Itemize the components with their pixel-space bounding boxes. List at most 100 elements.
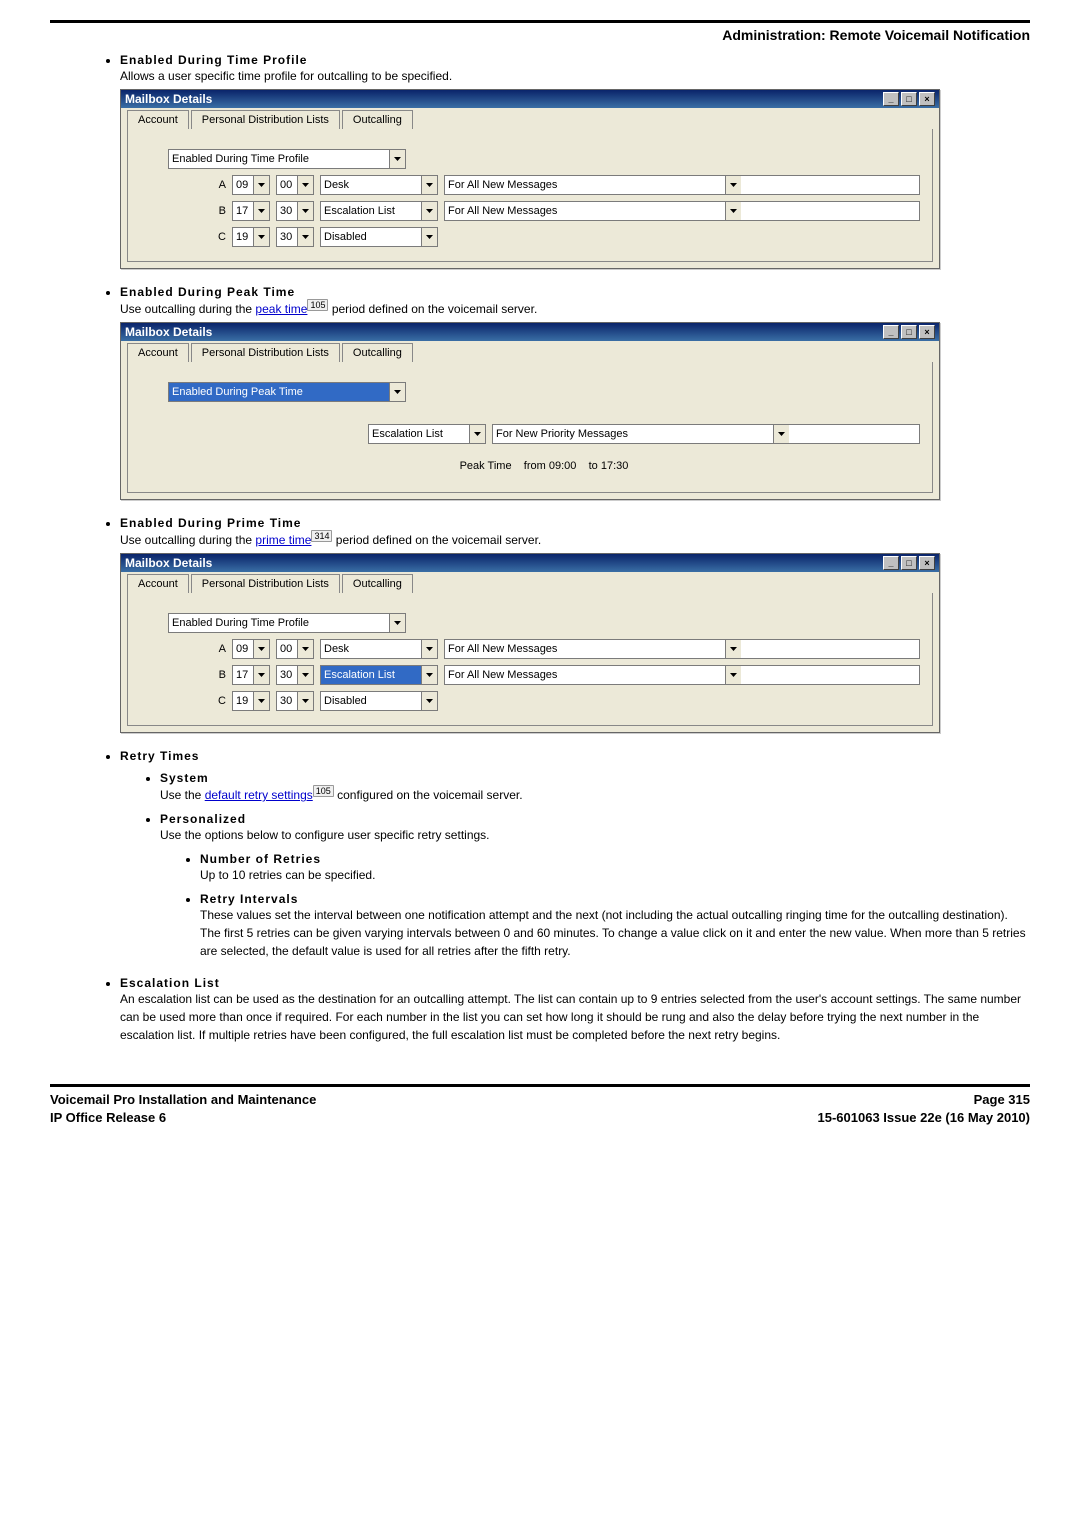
chevron-down-icon[interactable] — [253, 692, 269, 710]
chevron-down-icon[interactable] — [773, 425, 789, 443]
page-header: Administration: Remote Voicemail Notific… — [50, 27, 1030, 43]
chevron-down-icon[interactable] — [725, 666, 741, 684]
chevron-down-icon[interactable] — [297, 176, 313, 194]
chevron-down-icon[interactable] — [725, 202, 741, 220]
chevron-down-icon[interactable] — [297, 202, 313, 220]
section-time-profile-desc: Allows a user specific time profile for … — [120, 67, 1030, 85]
minute-select[interactable] — [276, 227, 314, 247]
chevron-down-icon[interactable] — [389, 383, 405, 401]
destination-select[interactable] — [320, 227, 438, 247]
chevron-down-icon[interactable] — [725, 176, 741, 194]
chevron-down-icon[interactable] — [389, 614, 405, 632]
minute-select[interactable] — [276, 175, 314, 195]
chevron-down-icon[interactable] — [297, 692, 313, 710]
minimize-icon[interactable]: _ — [883, 325, 899, 339]
section-prime-time-desc: Use outcalling during the prime time314 … — [120, 530, 1030, 549]
section-escalation-desc: An escalation list can be used as the de… — [120, 990, 1030, 1044]
maximize-icon[interactable]: □ — [901, 556, 917, 570]
destination-select[interactable] — [320, 665, 438, 685]
message-type-select[interactable] — [492, 424, 920, 444]
chevron-down-icon[interactable] — [421, 176, 437, 194]
peak-time-link[interactable]: peak time — [255, 302, 307, 316]
close-icon[interactable]: × — [919, 92, 935, 106]
window-time-profile: Mailbox Details _ □ × Account Personal D… — [120, 89, 940, 269]
minute-select[interactable] — [276, 639, 314, 659]
minute-select[interactable] — [276, 691, 314, 711]
footer-issue: 15-601063 Issue 22e (16 May 2010) — [818, 1109, 1031, 1127]
chevron-down-icon[interactable] — [253, 176, 269, 194]
tab-account[interactable]: Account — [127, 110, 189, 129]
mode-select[interactable] — [168, 613, 406, 633]
message-type-select[interactable] — [444, 639, 920, 659]
close-icon[interactable]: × — [919, 325, 935, 339]
hour-select[interactable] — [232, 665, 270, 685]
row-label: C — [212, 231, 226, 243]
maximize-icon[interactable]: □ — [901, 325, 917, 339]
chevron-down-icon[interactable] — [725, 640, 741, 658]
message-type-select[interactable] — [444, 665, 920, 685]
destination-select[interactable] — [320, 639, 438, 659]
section-escalation-title: Escalation List — [120, 976, 1030, 990]
message-type-select[interactable] — [444, 175, 920, 195]
retry-personalized-desc: Use the options below to configure user … — [160, 826, 1030, 844]
chevron-down-icon[interactable] — [253, 640, 269, 658]
retry-intervals-desc: These values set the interval between on… — [200, 906, 1030, 960]
maximize-icon[interactable]: □ — [901, 92, 917, 106]
tab-outcalling[interactable]: Outcalling — [342, 343, 413, 362]
chevron-down-icon[interactable] — [389, 150, 405, 168]
chevron-down-icon[interactable] — [253, 228, 269, 246]
row-label: B — [212, 205, 226, 217]
num-retries-title: Number of Retries — [200, 852, 1030, 866]
retry-system-title: System — [160, 771, 1030, 785]
minute-select[interactable] — [276, 201, 314, 221]
mode-select[interactable] — [168, 382, 406, 402]
tab-pdl[interactable]: Personal Distribution Lists — [191, 574, 340, 593]
tab-pdl[interactable]: Personal Distribution Lists — [191, 110, 340, 129]
destination-select[interactable] — [320, 175, 438, 195]
chevron-down-icon[interactable] — [421, 640, 437, 658]
num-retries-desc: Up to 10 retries can be specified. — [200, 866, 1030, 884]
chevron-down-icon[interactable] — [253, 666, 269, 684]
prime-time-link[interactable]: prime time — [255, 533, 311, 547]
chevron-down-icon[interactable] — [421, 666, 437, 684]
section-retry-title: Retry Times — [120, 749, 1030, 763]
tab-outcalling[interactable]: Outcalling — [342, 574, 413, 593]
tab-pdl[interactable]: Personal Distribution Lists — [191, 343, 340, 362]
destination-select[interactable] — [320, 691, 438, 711]
chevron-down-icon[interactable] — [421, 692, 437, 710]
tab-outcalling[interactable]: Outcalling — [342, 110, 413, 129]
window-title: Mailbox Details — [125, 325, 212, 339]
ref-badge: 105 — [313, 785, 334, 797]
retry-personalized-title: Personalized — [160, 812, 1030, 826]
chevron-down-icon[interactable] — [421, 228, 437, 246]
destination-select[interactable] — [368, 424, 486, 444]
minute-select[interactable] — [276, 665, 314, 685]
hour-select[interactable] — [232, 227, 270, 247]
hour-select[interactable] — [232, 175, 270, 195]
destination-select[interactable] — [320, 201, 438, 221]
window-title: Mailbox Details — [125, 556, 212, 570]
tab-account[interactable]: Account — [127, 574, 189, 593]
hour-select[interactable] — [232, 691, 270, 711]
chevron-down-icon[interactable] — [297, 228, 313, 246]
mode-select[interactable] — [168, 149, 406, 169]
minimize-icon[interactable]: _ — [883, 556, 899, 570]
window-prime-time: Mailbox Details _ □ × Account Personal D… — [120, 553, 940, 733]
row-label: B — [212, 669, 226, 681]
peak-time-from: from 09:00 — [524, 460, 577, 472]
hour-select[interactable] — [232, 639, 270, 659]
tab-account[interactable]: Account — [127, 343, 189, 362]
chevron-down-icon[interactable] — [421, 202, 437, 220]
hour-select[interactable] — [232, 201, 270, 221]
minimize-icon[interactable]: _ — [883, 92, 899, 106]
message-type-select[interactable] — [444, 201, 920, 221]
close-icon[interactable]: × — [919, 556, 935, 570]
chevron-down-icon[interactable] — [297, 640, 313, 658]
chevron-down-icon[interactable] — [469, 425, 485, 443]
peak-time-to: to 17:30 — [589, 460, 629, 472]
chevron-down-icon[interactable] — [297, 666, 313, 684]
ref-badge: 314 — [311, 530, 332, 542]
footer-doc-title: Voicemail Pro Installation and Maintenan… — [50, 1091, 316, 1109]
default-retry-link[interactable]: default retry settings — [205, 788, 313, 802]
chevron-down-icon[interactable] — [253, 202, 269, 220]
